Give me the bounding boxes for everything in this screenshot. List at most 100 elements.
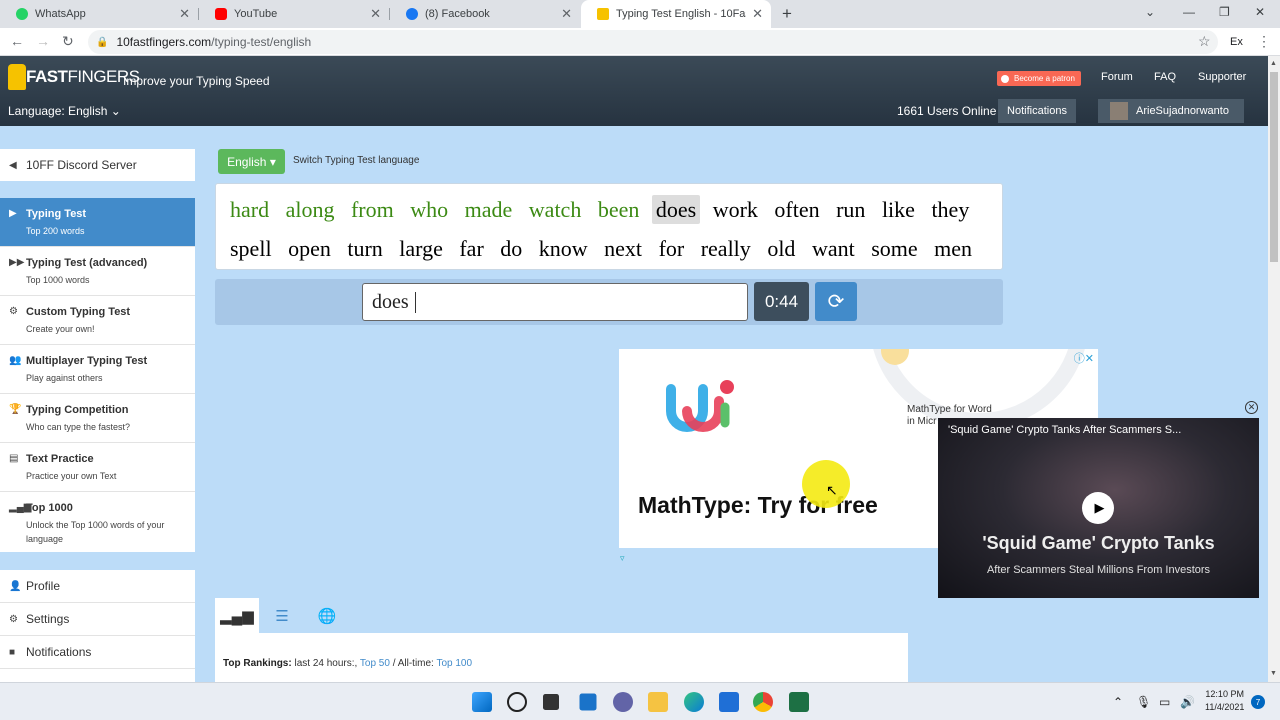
close-icon[interactable]: ✕: [752, 6, 763, 22]
video-player[interactable]: 'Squid Game' Crypto Tanks After Scammers…: [938, 418, 1259, 598]
word: work: [712, 197, 758, 222]
sidebar-item-text-practice[interactable]: ▤ Text Practice Practice your own Text: [0, 443, 195, 492]
video-close-button[interactable]: ✕: [1245, 401, 1258, 414]
tab-facebook[interactable]: (8) Facebook ✕: [390, 0, 580, 28]
close-icon[interactable]: ✕: [561, 6, 572, 22]
word-correct: been: [597, 197, 640, 222]
sidebar-item-profile[interactable]: 👤 Profile: [0, 570, 195, 603]
minimize-button[interactable]: —: [1183, 5, 1195, 19]
site-logo[interactable]: FASTFINGERS: [8, 62, 140, 92]
widgets-icon[interactable]: [579, 693, 597, 711]
close-icon[interactable]: ✕: [370, 6, 381, 22]
tab-world[interactable]: 🌐: [305, 598, 349, 634]
language-dropdown-button[interactable]: English ▾: [218, 149, 285, 174]
scroll-up-icon[interactable]: ▲: [1270, 60, 1277, 67]
hand-logo-icon: [8, 64, 26, 90]
sidebar-item-top-1000[interactable]: ▂▄▆ Top 1000 Unlock the Top 1000 words o…: [0, 492, 195, 552]
tab-search-icon[interactable]: ⌄: [1145, 5, 1155, 19]
chevron-up-icon[interactable]: ⌃: [1113, 695, 1123, 709]
word: open: [288, 236, 331, 261]
restore-button[interactable]: ❐: [1219, 5, 1230, 19]
excel-icon[interactable]: [789, 692, 809, 712]
play-button[interactable]: ▶: [1082, 492, 1114, 524]
tab-label: Typing Test English - 10FastFinge: [616, 8, 746, 20]
sidebar-item-title: Multiplayer Typing Test: [26, 355, 148, 367]
scrollbar-thumb[interactable]: [1270, 72, 1278, 262]
sidebar-item-settings[interactable]: ⚙ Settings: [0, 603, 195, 636]
sidebar-item-competition[interactable]: 🏆 Typing Competition Who can type the fa…: [0, 394, 195, 443]
tab-list[interactable]: ☰: [260, 598, 304, 634]
nav-forum[interactable]: Forum: [1101, 71, 1133, 83]
refresh-icon: ⟳: [827, 291, 845, 313]
whatsapp-icon: [16, 8, 28, 20]
task-view-icon[interactable]: [543, 694, 559, 710]
tab-whatsapp[interactable]: WhatsApp ✕: [0, 0, 198, 28]
ad-close-icon[interactable]: ⓘ✕: [1074, 350, 1094, 366]
typing-input[interactable]: does: [362, 283, 748, 321]
nav-faq[interactable]: FAQ: [1154, 71, 1176, 83]
sidebar-item-discord[interactable]: ◀ 10FF Discord Server: [0, 149, 195, 181]
sidebar-item-notifications[interactable]: ■ Notifications: [0, 636, 195, 669]
typing-input-value: does: [372, 290, 409, 313]
top-50-link[interactable]: Top 50: [360, 658, 390, 669]
youtube-icon: [215, 8, 227, 20]
extension-button[interactable]: Ex: [1230, 36, 1243, 48]
comment-icon: ■: [9, 646, 16, 658]
document-icon: ▤: [9, 453, 19, 464]
words-line-1: hard along from who made watch been does…: [230, 190, 1002, 229]
teams-chat-icon[interactable]: [613, 692, 633, 712]
sidebar-item-subtitle: Unlock the Top 1000 words of your langua…: [26, 520, 165, 544]
word: really: [700, 236, 751, 261]
lock-icon: 🔒: [96, 36, 109, 48]
bookmark-star-icon[interactable]: ☆: [1198, 33, 1211, 50]
back-button[interactable]: ←: [10, 33, 24, 49]
microphone-icon[interactable]: 🎙: [1136, 695, 1151, 709]
start-icon[interactable]: [472, 692, 492, 712]
fastfingers-icon: [597, 8, 609, 20]
sidebar-item-multiplayer[interactable]: 👥 Multiplayer Typing Test Play against o…: [0, 345, 195, 394]
mouse-pointer-icon: ↖: [826, 482, 838, 498]
browser-menu-icon[interactable]: ⋮: [1257, 33, 1271, 50]
forward-button[interactable]: →: [36, 33, 50, 49]
tab-youtube[interactable]: YouTube ✕: [199, 0, 389, 28]
windows-taskbar: ⌃ 🎙 ▭ 🔊 12:10 PM 11/4/2021 7: [0, 682, 1280, 720]
user-icon: 👤: [9, 580, 22, 592]
network-icon[interactable]: ▭: [1159, 695, 1170, 709]
sidebar-item-typing-test-advanced[interactable]: ▶▶ Typing Test (advanced) Top 1000 words: [0, 247, 195, 296]
sidebar-item-title: Typing Competition: [26, 404, 129, 416]
sidebar-item-custom-typing-test[interactable]: ⚙ Custom Typing Test Create your own!: [0, 296, 195, 345]
sidebar-item-typing-test[interactable]: ▶ Typing Test Top 200 words: [0, 198, 195, 247]
file-explorer-icon[interactable]: [648, 692, 668, 712]
nav-supporter[interactable]: Supporter: [1198, 71, 1246, 83]
store-icon[interactable]: [719, 692, 739, 712]
search-icon[interactable]: [507, 692, 527, 712]
globe-icon: 🌐: [317, 608, 337, 625]
megaphone-icon: ◀: [9, 159, 17, 171]
sidebar-item-subtitle: Play against others: [26, 373, 103, 383]
tab-rankings[interactable]: ▂▄▆: [215, 598, 259, 634]
top-100-link[interactable]: Top 100: [436, 658, 472, 669]
scroll-down-icon[interactable]: ▼: [1270, 670, 1277, 677]
system-clock[interactable]: 12:10 PM 11/4/2021: [1205, 688, 1244, 714]
reload-button[interactable]: ↻: [62, 33, 74, 50]
become-patron-button[interactable]: Become a patron: [997, 71, 1081, 86]
tab-typing-test[interactable]: Typing Test English - 10FastFinge ✕: [581, 0, 771, 28]
chrome-icon[interactable]: [753, 692, 773, 712]
user-menu-button[interactable]: ArieSujadnorwanto: [1098, 99, 1244, 123]
sidebar-item-title: Custom Typing Test: [26, 306, 131, 318]
restart-button[interactable]: ⟳: [815, 282, 857, 321]
word: like: [881, 197, 915, 222]
new-tab-button[interactable]: +: [782, 4, 792, 24]
browser-tab-bar: WhatsApp ✕ YouTube ✕ (8) Facebook ✕ Typi…: [0, 0, 1280, 28]
url-bar[interactable]: 🔒 10fastfingers.com /typing-test/english: [88, 30, 1218, 54]
notifications-button[interactable]: Notifications: [998, 99, 1076, 123]
notification-badge[interactable]: 7: [1251, 695, 1265, 709]
edge-icon[interactable]: [684, 692, 704, 712]
close-icon[interactable]: ✕: [179, 6, 190, 22]
signal-icon: ▂▄▆: [9, 502, 32, 513]
site-tagline: Improve your Typing Speed: [123, 74, 270, 88]
adchoices-icon[interactable]: ▿: [620, 553, 625, 564]
volume-icon[interactable]: 🔊: [1180, 695, 1195, 709]
language-selector[interactable]: Language: English ⌄: [8, 104, 121, 118]
window-close-button[interactable]: ✕: [1255, 5, 1265, 19]
